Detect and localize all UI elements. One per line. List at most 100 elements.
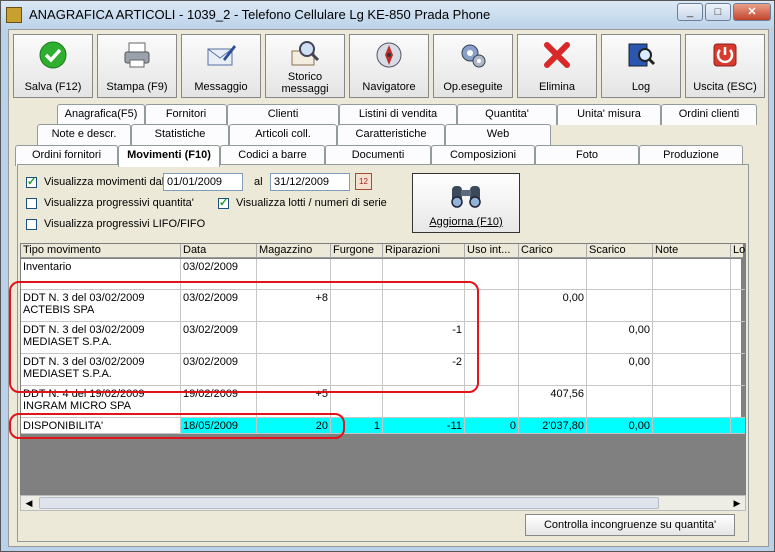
tab-composizioni[interactable]: Composizioni [431, 145, 535, 166]
date-to-input[interactable]: 31/12/2009 [270, 173, 350, 191]
toolbar-button-1[interactable]: Stampa (F9) [97, 34, 177, 98]
table-cell [519, 259, 587, 290]
refresh-button[interactable]: Aggiorna (F10) [412, 173, 520, 233]
tabs-row-1: Anagrafica(F5) Fornitori Clienti Listini di… [57, 104, 757, 125]
al-label: al [254, 176, 263, 188]
progressive-qty-checkbox[interactable] [26, 198, 37, 209]
close-button[interactable]: ✕ [733, 3, 771, 21]
grid-header: Tipo movimento Data Magazzino Furgone Ripara… [21, 244, 745, 258]
column-header[interactable]: Magazzino [257, 244, 331, 258]
horizontal-scrollbar[interactable]: ◀ ▶ [20, 495, 746, 511]
table-cell: -11 [383, 418, 465, 434]
tab-codici-a-barre[interactable]: Codici a barre [220, 145, 325, 166]
table-cell [653, 386, 731, 418]
toolbar-button-label: Messaggio [194, 81, 248, 93]
tab-clienti[interactable]: Clienti [227, 104, 339, 125]
toolbar-button-5[interactable]: Op.eseguite [433, 34, 513, 98]
calendar-icon[interactable]: 12 [355, 173, 372, 190]
tab-note-e-descr[interactable]: Note e descr. [37, 124, 131, 145]
toolbar-button-4[interactable]: Navigatore [349, 34, 429, 98]
column-header[interactable]: Note [653, 244, 731, 258]
tab-ordini-clienti[interactable]: Ordini clienti [661, 104, 757, 125]
window-title: ANAGRAFICA ARTICOLI - 1039_2 - Telefono … [29, 7, 491, 22]
envelope-pen-icon [207, 45, 236, 66]
toolbar-button-label: Op.eseguite [443, 81, 503, 93]
tab-listini-di-vendita[interactable]: Listini di vendita [339, 104, 457, 125]
table-cell [731, 386, 745, 418]
column-header[interactable]: Tipo movimento [21, 244, 181, 258]
scroll-left-icon[interactable]: ◀ [21, 496, 37, 510]
show-lots-label: Visualizza lotti / numeri di serie [236, 197, 387, 209]
table-cell [731, 322, 745, 354]
minimize-button[interactable]: _ [677, 3, 703, 21]
table-cell: 407,56 [519, 386, 587, 418]
table-cell: 0,00 [587, 322, 653, 354]
column-header[interactable]: Riparazioni [383, 244, 465, 258]
toolbar-button-0[interactable]: Salva (F12) [13, 34, 93, 98]
column-header[interactable]: Lo [731, 244, 745, 258]
progressive-qty-label: Visualizza progressivi quantita' [44, 197, 194, 209]
toolbar-button-label: Salva (F12) [24, 81, 82, 93]
table-cell: 0,00 [587, 418, 653, 434]
annotation-box-ddt [9, 281, 479, 393]
toolbar-button-label: Stampa (F9) [106, 81, 168, 93]
book-search-icon [628, 43, 656, 67]
tab-quantita[interactable]: Quantita' [457, 104, 557, 125]
toolbar-button-7[interactable]: Log [601, 34, 681, 98]
table-cell [731, 418, 745, 434]
tabs-row-2: Note e descr. Statistiche Articoli coll. Ca… [37, 124, 557, 145]
show-movements-label: Visualizza movimenti dal [44, 176, 165, 188]
app-box-icon [6, 7, 22, 23]
table-cell [587, 386, 653, 418]
tab-movimenti-f10[interactable]: Movimenti (F10) [118, 145, 220, 167]
table-cell [587, 290, 653, 322]
toolbar-button-3[interactable]: Storico messaggi [265, 34, 345, 98]
tab-anagrafica-f5[interactable]: Anagrafica(F5) [57, 104, 145, 125]
tab-articoli-coll[interactable]: Articoli coll. [229, 124, 337, 145]
column-header[interactable]: Furgone [331, 244, 383, 258]
tab-fornitori[interactable]: Fornitori [145, 104, 227, 125]
tab-caratteristiche[interactable]: Caratteristiche [337, 124, 445, 145]
toolbar-button-8[interactable]: Uscita (ESC) [685, 34, 765, 98]
tabs-row-3: Ordini fornitori Movimenti (F10) Codici a … [15, 145, 745, 167]
toolbar: Salva (F12) Stampa (F9) Messaggio Storico m… [13, 34, 765, 98]
tab-ordini-fornitori[interactable]: Ordini fornitori [15, 145, 118, 166]
table-cell [731, 354, 745, 386]
column-header[interactable]: Uso int... [465, 244, 519, 258]
scroll-thumb[interactable] [39, 497, 659, 509]
printer-icon [124, 42, 150, 68]
check-icon [39, 41, 67, 69]
envelope-search-icon [291, 41, 320, 66]
tab-web[interactable]: Web [445, 124, 551, 145]
show-lots-checkbox[interactable] [218, 196, 229, 209]
check-inconsistencies-button[interactable]: Controlla incongruenze su quantita' [525, 514, 735, 536]
table-cell: 2'037,80 [519, 418, 587, 434]
binoculars-icon [451, 186, 481, 208]
toolbar-button-6[interactable]: Elimina [517, 34, 597, 98]
gears-icon [461, 44, 486, 68]
tab-documenti[interactable]: Documenti [325, 145, 431, 166]
progressive-lifo-label: Visualizza progressivi LIFO/FIFO [44, 218, 206, 230]
toolbar-button-2[interactable]: Messaggio [181, 34, 261, 98]
toolbar-button-label: Elimina [538, 81, 576, 93]
column-header[interactable]: Carico [519, 244, 587, 258]
tab-produzione[interactable]: Produzione [639, 145, 743, 166]
date-from-input[interactable]: 01/01/2009 [163, 173, 243, 191]
tab-statistiche[interactable]: Statistiche [131, 124, 229, 145]
refresh-label: Aggiorna (F10) [429, 216, 503, 228]
annotation-box-availability [9, 413, 345, 439]
toolbar-button-label: Log [631, 81, 651, 93]
column-header[interactable]: Scarico [587, 244, 653, 258]
toolbar-button-label: Navigatore [362, 81, 416, 93]
progressive-lifo-checkbox[interactable] [26, 219, 37, 230]
tab-foto[interactable]: Foto [535, 145, 639, 166]
maximize-button[interactable]: □ [705, 3, 731, 21]
scroll-right-icon[interactable]: ▶ [729, 496, 745, 510]
toolbar-button-label: Storico messaggi [281, 71, 329, 95]
table-cell [519, 322, 587, 354]
tab-unita-misura[interactable]: Unita' misura [557, 104, 661, 125]
app-window: ANAGRAFICA ARTICOLI - 1039_2 - Telefono … [0, 0, 775, 552]
show-movements-checkbox[interactable] [26, 175, 37, 188]
column-header[interactable]: Data [181, 244, 257, 258]
table-cell [653, 418, 731, 434]
